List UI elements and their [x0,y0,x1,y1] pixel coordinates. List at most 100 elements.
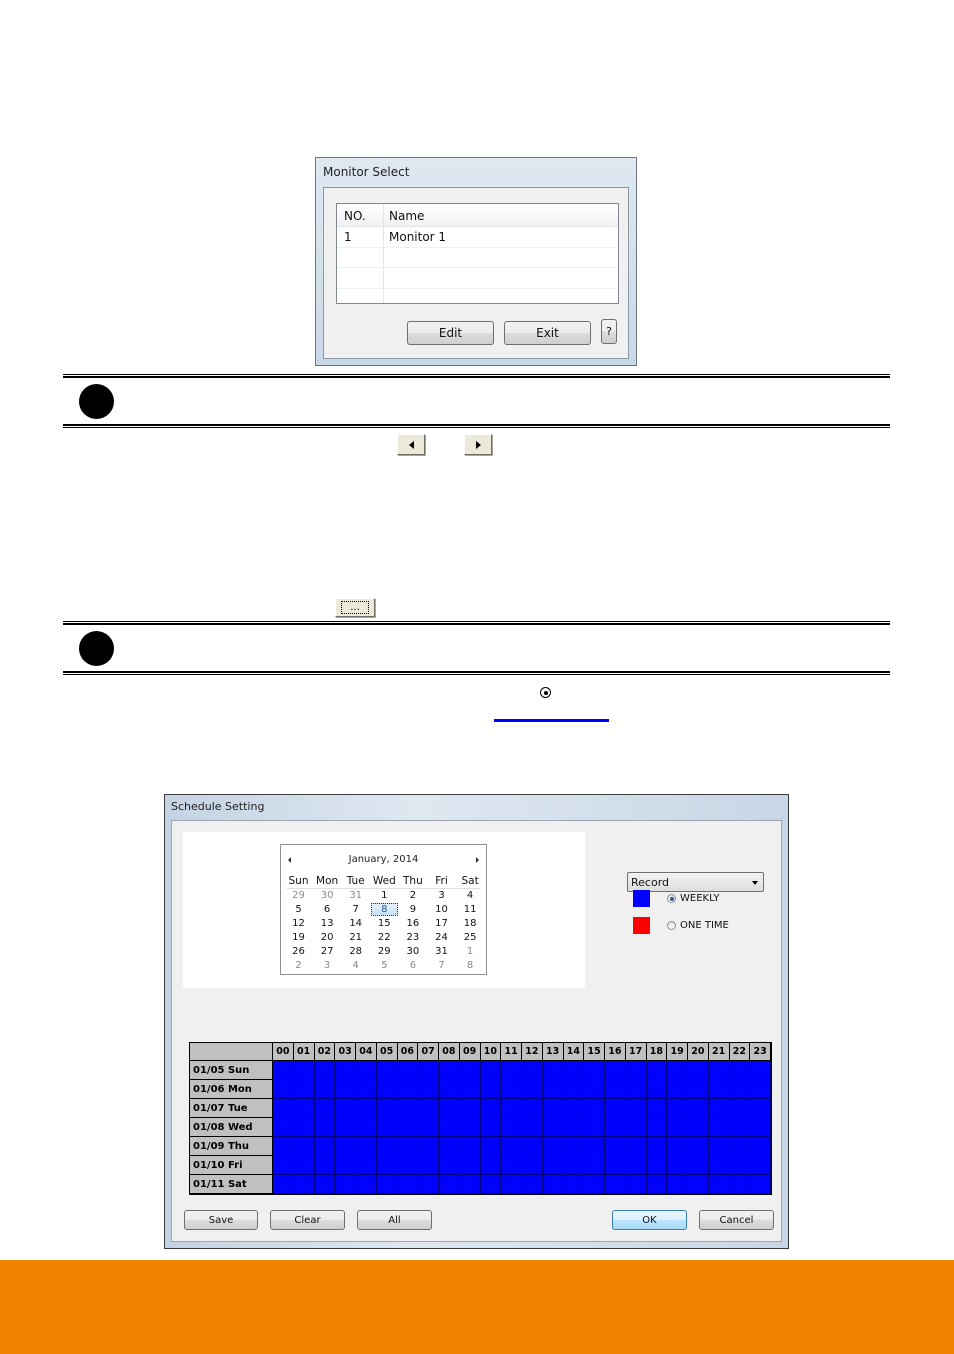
grid-time-slot[interactable] [356,1137,377,1156]
grid-time-slot[interactable] [356,1118,377,1137]
weekly-label[interactable]: WEEKLY [680,893,719,904]
grid-time-slot[interactable] [418,1175,439,1194]
grid-time-slot[interactable] [501,1137,522,1156]
calendar-day[interactable]: 23 [398,932,427,943]
grid-time-slot[interactable] [314,1080,336,1099]
grid-time-slot[interactable] [293,1061,315,1080]
grid-time-slot[interactable] [563,1080,585,1099]
grid-time-slot[interactable] [646,1099,668,1118]
grid-time-slot[interactable] [563,1175,585,1194]
grid-time-slot[interactable] [314,1137,336,1156]
grid-time-slot[interactable] [459,1175,481,1194]
grid-time-slot[interactable] [356,1061,377,1080]
grid-time-slot[interactable] [750,1118,771,1137]
grid-time-slot[interactable] [542,1118,564,1137]
grid-time-slot[interactable] [729,1080,751,1099]
grid-time-slot[interactable] [501,1080,522,1099]
grid-time-slot[interactable] [625,1175,647,1194]
grid-time-slot[interactable] [605,1156,626,1175]
grid-time-slot[interactable] [563,1118,585,1137]
grid-time-slot[interactable] [376,1118,398,1137]
grid-time-slot[interactable] [584,1175,605,1194]
grid-time-slot[interactable] [439,1099,460,1118]
grid-time-slot[interactable] [584,1099,605,1118]
calendar-day[interactable]: 7 [341,904,370,915]
grid-time-slot[interactable] [584,1156,605,1175]
grid-time-slot[interactable] [293,1080,315,1099]
grid-time-slot[interactable] [439,1061,460,1080]
browse-button[interactable]: ... [335,598,375,617]
grid-time-slot[interactable] [335,1080,356,1099]
column-header-name[interactable]: Name [389,209,424,223]
grid-time-slot[interactable] [605,1061,626,1080]
calendar-day[interactable]: 7 [427,960,456,971]
calendar-day[interactable]: 16 [398,918,427,929]
calendar-day[interactable]: 19 [284,932,313,943]
grid-hour-header[interactable]: 16 [605,1043,626,1061]
grid-time-slot[interactable] [688,1156,709,1175]
grid-time-slot[interactable] [667,1061,688,1080]
grid-time-slot[interactable] [542,1137,564,1156]
grid-day-label[interactable]: 01/07 Tue [190,1099,273,1118]
grid-time-slot[interactable] [480,1061,502,1080]
help-button[interactable]: ? [601,319,617,344]
grid-day-label[interactable]: 01/05 Sun [190,1061,273,1080]
grid-time-slot[interactable] [293,1118,315,1137]
calendar-day[interactable]: 13 [313,918,342,929]
grid-hour-header[interactable]: 01 [293,1043,315,1061]
grid-time-slot[interactable] [335,1099,356,1118]
grid-time-slot[interactable] [522,1061,543,1080]
grid-time-slot[interactable] [376,1099,398,1118]
grid-time-slot[interactable] [397,1099,419,1118]
grid-time-slot[interactable] [708,1061,730,1080]
grid-time-slot[interactable] [646,1118,668,1137]
grid-time-slot[interactable] [750,1061,771,1080]
grid-time-slot[interactable] [335,1118,356,1137]
grid-time-slot[interactable] [397,1118,419,1137]
grid-time-slot[interactable] [729,1175,751,1194]
grid-time-slot[interactable] [729,1099,751,1118]
calendar-day[interactable]: 12 [284,918,313,929]
list-row[interactable]: 1 Monitor 1 [337,227,618,247]
grid-time-slot[interactable] [418,1080,439,1099]
one-time-label[interactable]: ONE TIME [680,920,729,931]
grid-time-slot[interactable] [376,1137,398,1156]
calendar-day[interactable]: 17 [427,918,456,929]
calendar-day[interactable]: 24 [427,932,456,943]
grid-time-slot[interactable] [459,1118,481,1137]
grid-hour-header[interactable]: 09 [459,1043,481,1061]
grid-time-slot[interactable] [459,1137,481,1156]
grid-time-slot[interactable] [397,1156,419,1175]
grid-time-slot[interactable] [625,1156,647,1175]
grid-hour-header[interactable]: 18 [646,1043,668,1061]
grid-hour-header[interactable]: 00 [273,1043,294,1061]
grid-time-slot[interactable] [646,1061,668,1080]
calendar-day[interactable]: 21 [341,932,370,943]
grid-time-slot[interactable] [750,1175,771,1194]
grid-hour-header[interactable]: 07 [418,1043,439,1061]
weekly-radio[interactable] [667,894,676,903]
grid-time-slot[interactable] [273,1099,294,1118]
grid-time-slot[interactable] [688,1118,709,1137]
grid-day-label[interactable]: 01/10 Fri [190,1156,273,1175]
grid-time-slot[interactable] [625,1080,647,1099]
grid-hour-header[interactable]: 02 [314,1043,336,1061]
calendar-day[interactable]: 4 [341,960,370,971]
grid-hour-header[interactable]: 21 [708,1043,730,1061]
grid-time-slot[interactable] [356,1099,377,1118]
one-time-radio[interactable] [667,921,676,930]
calendar-day[interactable]: 2 [398,890,427,901]
column-header-no[interactable]: NO. [344,209,366,223]
grid-hour-header[interactable]: 11 [501,1043,522,1061]
grid-time-slot[interactable] [376,1175,398,1194]
ok-button[interactable]: OK [612,1210,687,1230]
grid-time-slot[interactable] [480,1156,502,1175]
save-button[interactable]: Save [184,1210,258,1230]
grid-time-slot[interactable] [563,1061,585,1080]
grid-hour-header[interactable]: 20 [688,1043,709,1061]
calendar-day[interactable]: 29 [370,946,399,957]
grid-time-slot[interactable] [418,1137,439,1156]
grid-time-slot[interactable] [750,1080,771,1099]
grid-time-slot[interactable] [293,1137,315,1156]
grid-time-slot[interactable] [480,1099,502,1118]
